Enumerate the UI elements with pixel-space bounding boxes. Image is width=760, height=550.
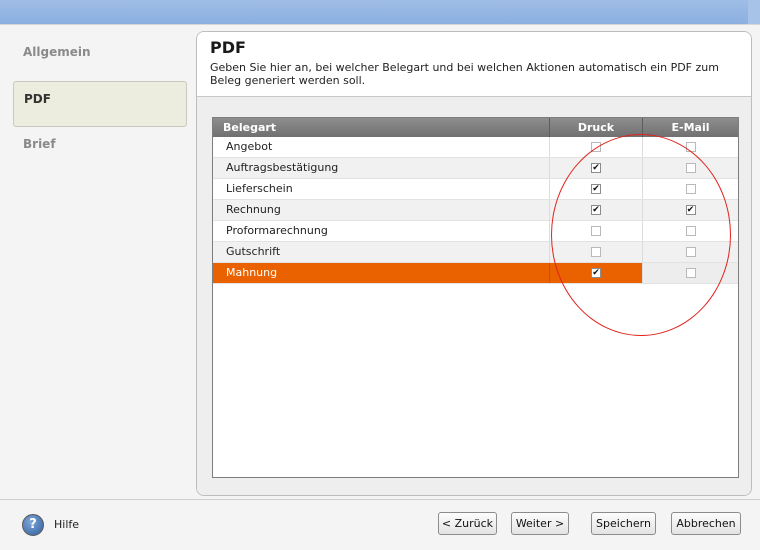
email-checkbox[interactable]: ✔ bbox=[685, 205, 696, 215]
druck-cell: ✔ bbox=[550, 200, 643, 220]
belegart-cell: Rechnung bbox=[213, 200, 550, 220]
table-row[interactable]: Angebot bbox=[213, 137, 738, 158]
belegart-cell: Mahnung bbox=[213, 263, 550, 283]
druck-cell bbox=[550, 221, 643, 241]
page-description: Geben Sie hier an, bei welcher Belegart … bbox=[210, 61, 719, 87]
table-row[interactable]: Proformarechnung bbox=[213, 221, 738, 242]
email-cell bbox=[643, 221, 738, 241]
email-checkbox[interactable] bbox=[685, 226, 696, 236]
druck-cell bbox=[550, 137, 643, 157]
druck-cell: ✔ bbox=[550, 179, 643, 199]
next-button[interactable]: Weiter > bbox=[511, 512, 569, 535]
belegart-cell: Gutschrift bbox=[213, 242, 550, 262]
email-cell: ✔ bbox=[643, 200, 738, 220]
page-title: PDF bbox=[210, 38, 246, 57]
table-row[interactable]: Rechnung ✔ ✔ bbox=[213, 200, 738, 221]
column-header-druck[interactable]: Druck bbox=[550, 118, 643, 137]
email-checkbox[interactable] bbox=[685, 247, 696, 257]
window-title-strip bbox=[0, 0, 760, 24]
sidebar-item-brief[interactable]: Brief bbox=[13, 127, 187, 173]
druck-checkbox[interactable] bbox=[591, 247, 601, 257]
table-row[interactable]: Auftragsbestätigung ✔ bbox=[213, 158, 738, 179]
druck-cell: ✔ bbox=[550, 263, 643, 283]
email-cell bbox=[643, 158, 738, 178]
druck-cell bbox=[550, 242, 643, 262]
druck-cell: ✔ bbox=[550, 158, 643, 178]
table-row[interactable]: Mahnung ✔ bbox=[213, 263, 738, 284]
druck-checkbox[interactable] bbox=[591, 226, 601, 236]
belegart-cell: Proformarechnung bbox=[213, 221, 550, 241]
help-question-icon[interactable]: ? bbox=[22, 514, 44, 536]
belegart-grid: Belegart Druck E-Mail Angebot Auftragsbes… bbox=[212, 117, 739, 478]
belegart-cell: Lieferschein bbox=[213, 179, 550, 199]
sidebar-item-allgemein[interactable]: Allgemein bbox=[13, 35, 187, 81]
column-header-email[interactable]: E-Mail bbox=[643, 118, 738, 137]
email-cell bbox=[643, 179, 738, 199]
back-button[interactable]: < Zurück bbox=[438, 512, 497, 535]
email-checkbox[interactable] bbox=[685, 142, 696, 152]
druck-checkbox[interactable]: ✔ bbox=[591, 205, 601, 215]
druck-checkbox[interactable]: ✔ bbox=[591, 268, 601, 278]
email-checkbox[interactable] bbox=[685, 163, 696, 173]
email-cell bbox=[643, 242, 738, 262]
save-button[interactable]: Speichern bbox=[591, 512, 656, 535]
help-label[interactable]: Hilfe bbox=[54, 518, 79, 531]
druck-checkbox[interactable]: ✔ bbox=[591, 184, 601, 194]
grid-header: Belegart Druck E-Mail bbox=[213, 118, 738, 137]
belegart-cell: Angebot bbox=[213, 137, 550, 157]
druck-checkbox[interactable] bbox=[591, 142, 601, 152]
email-cell bbox=[643, 263, 738, 283]
pdf-settings-panel: PDF Geben Sie hier an, bei welcher Beleg… bbox=[196, 31, 752, 496]
table-row[interactable]: Gutschrift bbox=[213, 242, 738, 263]
sidebar: Allgemein PDF Brief bbox=[0, 25, 196, 499]
window-edge bbox=[748, 0, 760, 24]
email-checkbox[interactable] bbox=[685, 268, 696, 278]
email-cell bbox=[643, 137, 738, 157]
druck-checkbox[interactable]: ✔ bbox=[591, 163, 601, 173]
sidebar-item-pdf[interactable]: PDF bbox=[13, 81, 187, 127]
cancel-button[interactable]: Abbrechen bbox=[671, 512, 741, 535]
table-row[interactable]: Lieferschein ✔ bbox=[213, 179, 738, 200]
panel-header: PDF Geben Sie hier an, bei welcher Beleg… bbox=[197, 32, 751, 96]
belegart-cell: Auftragsbestätigung bbox=[213, 158, 550, 178]
email-checkbox[interactable] bbox=[685, 184, 696, 194]
footer-bar: ? Hilfe < Zurück Weiter > Speichern Abbr… bbox=[0, 499, 760, 550]
settings-window: Allgemein PDF Brief PDF Geben Sie hier a… bbox=[0, 24, 760, 550]
column-header-belegart[interactable]: Belegart bbox=[213, 118, 550, 137]
